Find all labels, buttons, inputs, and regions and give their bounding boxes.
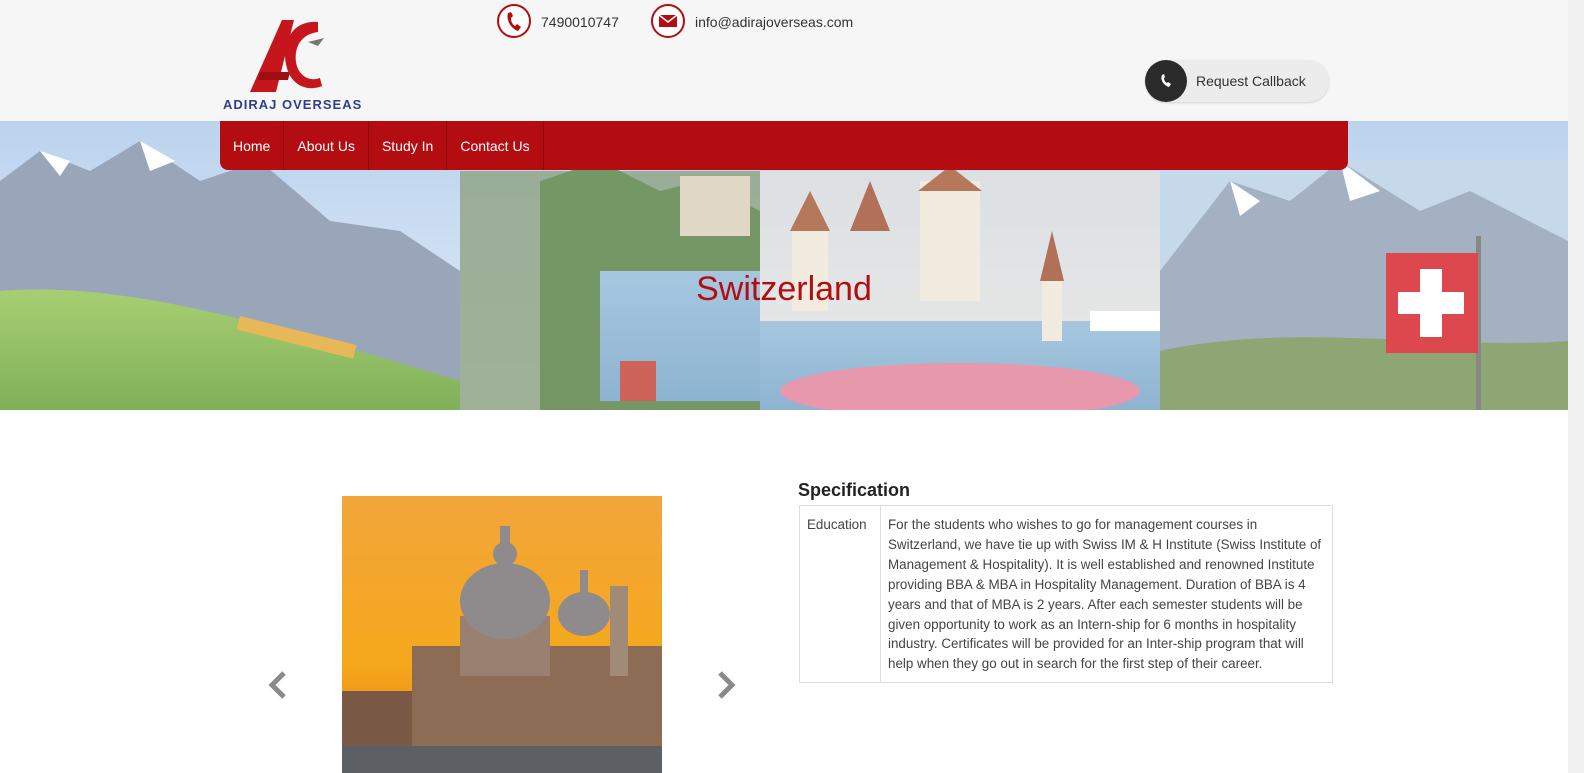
email-contact[interactable]: info@adirajoverseas.com xyxy=(651,0,853,44)
nav-item-contact-us[interactable]: Contact Us xyxy=(447,121,544,170)
specification-table: Education For the students who wishes to… xyxy=(799,504,1333,684)
envelope-icon xyxy=(651,4,685,38)
phone-number[interactable]: 7490010747 xyxy=(541,14,619,30)
nav-item-about-us[interactable]: About Us xyxy=(284,121,369,170)
phone-icon xyxy=(1145,60,1187,102)
nav-item-home[interactable]: Home xyxy=(220,121,285,170)
request-callback-label: Request Callback xyxy=(1196,73,1306,89)
page-title: Switzerland xyxy=(696,270,872,308)
specification-title: Specification xyxy=(798,480,911,500)
phone-contact[interactable]: 7490010747 xyxy=(497,0,619,44)
table-row: Education For the students who wishes to… xyxy=(799,504,1333,684)
ao-logo-icon[interactable] xyxy=(222,14,358,114)
chevron-right-icon[interactable] xyxy=(714,670,738,700)
spec-key: Education xyxy=(799,504,881,684)
email-address[interactable]: info@adirajoverseas.com xyxy=(695,14,853,30)
nav-item-study-in[interactable]: Study In xyxy=(369,121,448,170)
main-nav: Home About Us Study In Contact Us xyxy=(220,121,1348,170)
spec-value: For the students who wishes to go for ma… xyxy=(880,504,1333,684)
chevron-left-icon[interactable] xyxy=(266,670,290,700)
phone-icon xyxy=(497,4,531,38)
request-callback-button[interactable]: Request Callback xyxy=(1145,60,1329,102)
scrollbar[interactable] xyxy=(1568,0,1584,773)
slider-image xyxy=(342,496,662,773)
